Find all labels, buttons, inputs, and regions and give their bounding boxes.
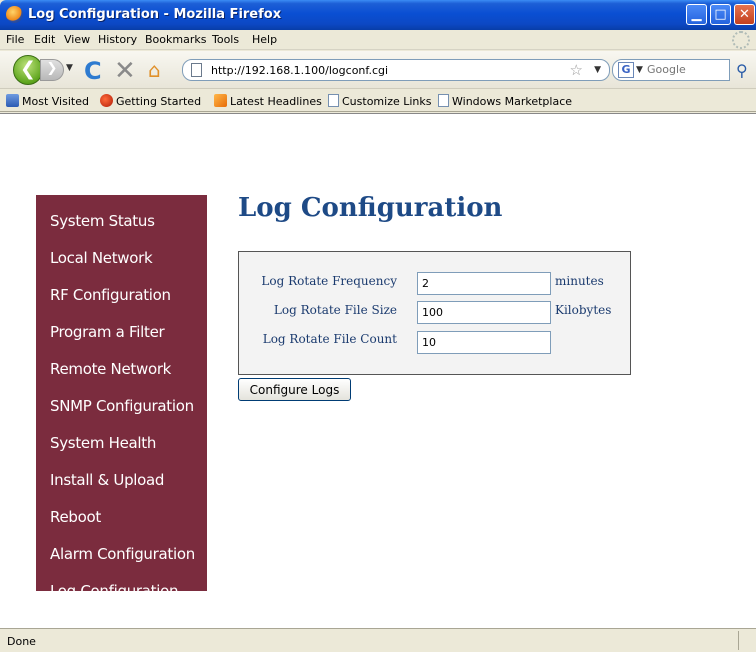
bookmark-most-visited[interactable]: Most Visited: [6, 94, 89, 108]
maximize-button[interactable]: □: [710, 4, 731, 25]
address-bar[interactable]: http://192.168.1.100/logconf.cgi ☆ ▼: [182, 59, 610, 81]
page-icon: [328, 94, 339, 107]
page-icon: [191, 63, 202, 77]
bookmarks-toolbar: Most Visited Getting Started Latest Head…: [0, 90, 756, 112]
search-input[interactable]: [647, 63, 717, 76]
throbber-icon: [732, 31, 750, 49]
rotate-file-size-input[interactable]: [417, 301, 551, 324]
back-button[interactable]: ❮: [13, 55, 43, 85]
bookmark-label: Customize Links: [342, 95, 432, 108]
sidebar-item-program-a-filter[interactable]: Program a Filter: [50, 323, 165, 341]
menu-edit[interactable]: Edit: [34, 33, 55, 46]
sidebar-nav: System Status Local Network RF Configura…: [36, 195, 207, 600]
rotate-file-count-input[interactable]: [417, 331, 551, 354]
configure-logs-button[interactable]: Configure Logs: [238, 378, 351, 401]
search-icon[interactable]: ⚲: [736, 61, 748, 80]
navigation-toolbar: ❮ ❯ ▼ C ✕ ⌂ http://192.168.1.100/logconf…: [0, 51, 756, 89]
url-text[interactable]: http://192.168.1.100/logconf.cgi: [211, 64, 388, 77]
page-title: Log Configuration: [238, 193, 503, 223]
reload-icon[interactable]: C: [84, 57, 102, 85]
bookmark-label: Latest Headlines: [230, 95, 322, 108]
window-title-bar[interactable]: Log Configuration - Mozilla Firefox ▁ □ …: [0, 0, 756, 30]
bookmark-label: Windows Marketplace: [452, 95, 573, 108]
menu-tools[interactable]: Tools: [212, 33, 239, 46]
rotate-file-size-unit: Kilobytes: [555, 303, 612, 317]
search-engine-dropdown-icon[interactable]: ▼: [636, 65, 643, 75]
sidebar-item-log-configuration[interactable]: Log Configuration: [50, 582, 178, 600]
firefox-icon: [6, 6, 23, 23]
getting-started-icon: [100, 94, 113, 107]
minimize-button[interactable]: ▁: [686, 4, 707, 25]
bookmark-windows-marketplace[interactable]: Windows Marketplace: [438, 94, 572, 108]
home-icon[interactable]: ⌂: [148, 58, 161, 82]
search-bar[interactable]: G ▼: [612, 59, 730, 81]
sidebar-item-snmp-configuration[interactable]: SNMP Configuration: [50, 397, 194, 415]
url-dropdown-icon[interactable]: ▼: [594, 65, 601, 75]
page-icon: [438, 94, 449, 107]
rotate-file-size-label: Log Rotate File Size: [273, 303, 397, 317]
sidebar-item-reboot[interactable]: Reboot: [50, 508, 101, 526]
rotate-frequency-input[interactable]: [417, 272, 551, 295]
menu-history[interactable]: History: [98, 33, 137, 46]
history-dropdown-icon[interactable]: ▼: [66, 63, 73, 73]
bookmark-customize-links[interactable]: Customize Links: [328, 94, 432, 108]
bookmark-label: Getting Started: [116, 95, 202, 108]
rotate-frequency-unit: minutes: [555, 274, 604, 288]
bookmark-star-icon[interactable]: ☆: [570, 61, 583, 79]
sidebar-item-alarm-configuration[interactable]: Alarm Configuration: [50, 545, 195, 563]
page-content: System Status Local Network RF Configura…: [0, 113, 756, 628]
sidebar-item-rf-configuration[interactable]: RF Configuration: [50, 286, 171, 304]
most-visited-icon: [6, 94, 19, 107]
bookmark-latest-headlines[interactable]: Latest Headlines: [214, 94, 322, 108]
sidebar-item-remote-network[interactable]: Remote Network: [50, 360, 171, 378]
menu-bookmarks[interactable]: Bookmarks: [145, 33, 206, 46]
sidebar-item-local-network[interactable]: Local Network: [50, 249, 153, 267]
bookmark-getting-started[interactable]: Getting Started: [100, 94, 201, 108]
menu-view[interactable]: View: [64, 33, 90, 46]
menu-help[interactable]: Help: [252, 33, 277, 46]
rotate-frequency-label: Log Rotate Frequency: [261, 274, 397, 288]
log-config-form: Log Rotate Frequency minutes Log Rotate …: [238, 251, 631, 375]
menu-file[interactable]: File: [6, 33, 24, 46]
stop-icon[interactable]: ✕: [114, 56, 136, 86]
status-text: Done: [7, 635, 36, 648]
forward-button[interactable]: ❯: [40, 59, 64, 81]
bookmark-label: Most Visited: [22, 95, 89, 108]
google-icon[interactable]: G: [618, 62, 634, 78]
menu-bar: File Edit View History Bookmarks Tools H…: [0, 30, 756, 50]
rss-icon: [214, 94, 227, 107]
sidebar-item-install-upload[interactable]: Install & Upload: [50, 471, 164, 489]
window-title: Log Configuration - Mozilla Firefox: [28, 7, 282, 22]
close-button[interactable]: ✕: [734, 4, 755, 25]
rotate-file-count-label: Log Rotate File Count: [262, 332, 397, 346]
sidebar-item-system-status[interactable]: System Status: [50, 212, 155, 230]
sidebar-item-system-health[interactable]: System Health: [50, 434, 156, 452]
status-bar: Done: [0, 628, 756, 652]
status-divider: [738, 631, 739, 650]
